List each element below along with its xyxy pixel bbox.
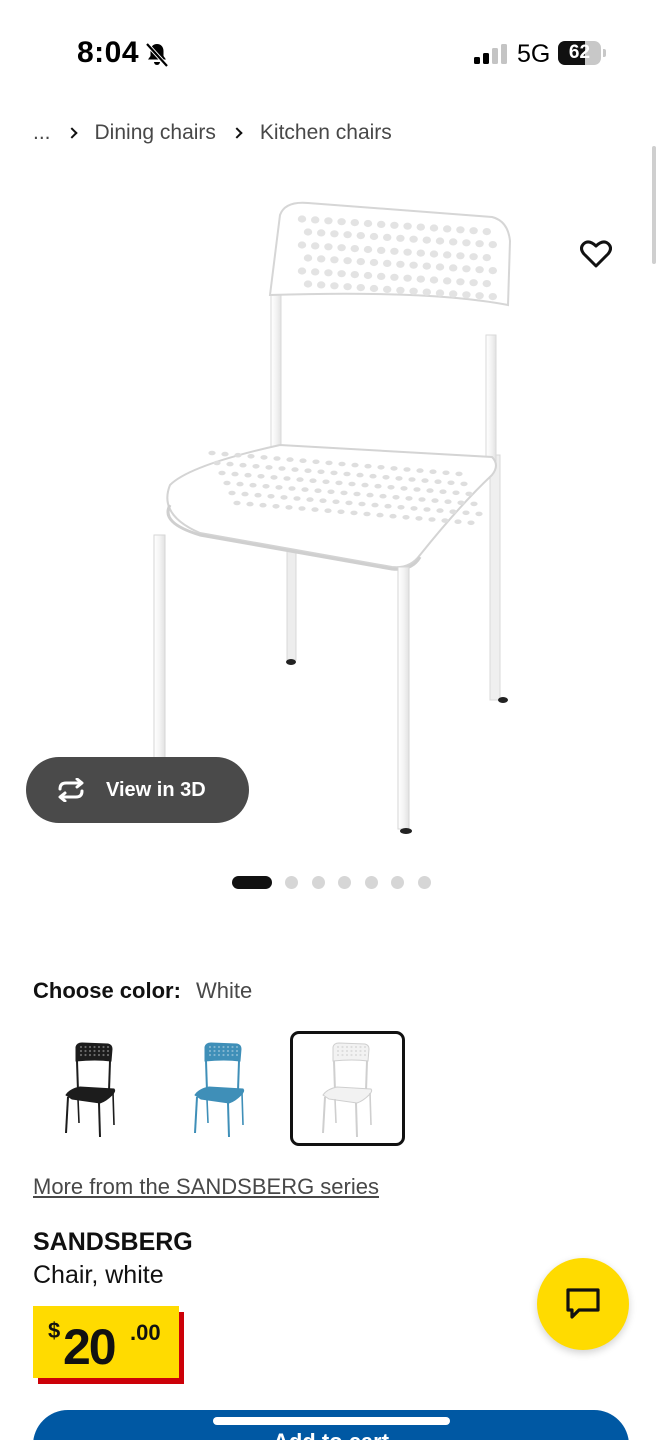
carousel-dots bbox=[232, 875, 444, 889]
battery-percent: 62 bbox=[568, 42, 591, 63]
price-currency: $ bbox=[48, 1318, 61, 1343]
breadcrumb-dining-chairs[interactable]: Dining chairs bbox=[95, 121, 216, 145]
rotate-3d-icon bbox=[58, 778, 84, 802]
product-image[interactable] bbox=[130, 195, 530, 845]
network-type: 5G bbox=[517, 40, 551, 68]
price-tag: $ 20 .00 bbox=[33, 1306, 184, 1384]
breadcrumb-ellipsis[interactable]: ... bbox=[33, 121, 51, 145]
series-link[interactable]: More from the SANDSBERG series bbox=[33, 1174, 379, 1200]
selected-color-value: White bbox=[196, 978, 253, 1003]
scroll-indicator[interactable] bbox=[652, 146, 656, 264]
price-integer: 20 bbox=[63, 1319, 117, 1375]
chat-icon bbox=[566, 1288, 600, 1319]
color-chooser-heading: Choose color: White bbox=[33, 978, 252, 1004]
carousel-dot[interactable] bbox=[311, 875, 325, 889]
color-swatch-white[interactable] bbox=[290, 1031, 405, 1146]
chair-thumbnail bbox=[193, 1041, 244, 1137]
battery-icon: 62 bbox=[558, 41, 606, 65]
chat-button[interactable] bbox=[537, 1258, 629, 1350]
carousel-dot[interactable] bbox=[364, 875, 378, 889]
chair-thumbnail bbox=[321, 1041, 372, 1137]
view-in-3d-label: View in 3D bbox=[106, 778, 206, 801]
color-swatch-blue[interactable] bbox=[162, 1031, 277, 1146]
breadcrumb-kitchen-chairs[interactable]: Kitchen chairs bbox=[260, 121, 392, 145]
add-to-cart-button[interactable]: Add to cart bbox=[33, 1410, 629, 1440]
view-in-3d-button[interactable]: View in 3D bbox=[26, 757, 249, 823]
signal-icon bbox=[474, 44, 507, 64]
carousel-dot[interactable] bbox=[285, 875, 298, 889]
carousel-dot[interactable] bbox=[232, 875, 272, 889]
favorite-button[interactable] bbox=[574, 232, 618, 276]
carousel-dot[interactable] bbox=[391, 875, 404, 889]
chair-thumbnail bbox=[64, 1041, 115, 1137]
product-description: Chair, white bbox=[33, 1261, 164, 1289]
status-bar: 8:04 5G 62 bbox=[0, 0, 663, 100]
product-name: SANDSBERG bbox=[33, 1228, 193, 1256]
status-time: 8:04 bbox=[77, 36, 140, 69]
home-indicator[interactable] bbox=[213, 1417, 450, 1425]
breadcrumb: ... Dining chairs Kitchen chairs bbox=[33, 119, 392, 147]
carousel-dot[interactable] bbox=[417, 875, 431, 889]
choose-color-label: Choose color: bbox=[33, 978, 181, 1003]
bell-slash-icon bbox=[145, 42, 169, 68]
heart-icon bbox=[580, 240, 612, 268]
chevron-right-icon bbox=[65, 127, 78, 139]
price-decimal: .00 bbox=[130, 1320, 161, 1345]
chevron-right-icon bbox=[231, 127, 243, 139]
carousel-dot[interactable] bbox=[338, 875, 351, 889]
color-swatch-black[interactable] bbox=[33, 1031, 148, 1146]
